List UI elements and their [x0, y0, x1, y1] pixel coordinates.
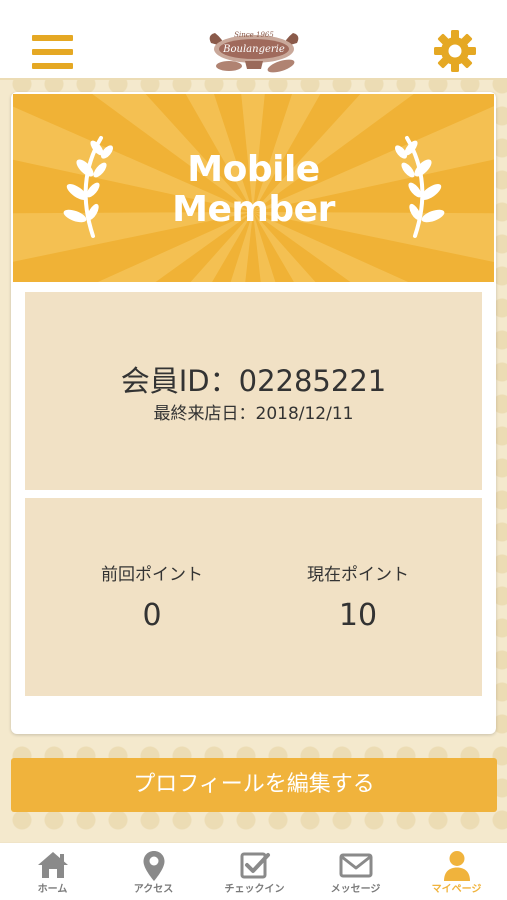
mobile-member-banner: Mobile Member	[13, 94, 494, 282]
checkin-icon	[240, 852, 270, 879]
envelope-icon	[339, 853, 372, 878]
home-icon	[37, 852, 68, 878]
hamburger-menu-icon[interactable]	[32, 35, 73, 69]
app-header: Since 1965 Boulangerie	[0, 0, 507, 80]
tab-message[interactable]: メッセージ	[305, 843, 406, 900]
tab-message-label: メッセージ	[330, 884, 381, 895]
banner-title-line1: Mobile	[187, 149, 320, 190]
gear-icon[interactable]	[434, 30, 476, 72]
svg-text:Since 1965: Since 1965	[234, 31, 274, 39]
tab-home[interactable]: ホーム	[2, 843, 103, 900]
tab-access-label: アクセス	[133, 884, 174, 895]
member-id-panel: 会員ID：02285221 最終来店日：2018/12/11	[25, 292, 482, 490]
previous-points-value: 0	[142, 598, 162, 633]
tab-checkin[interactable]: チェックイン	[204, 843, 305, 900]
svg-text:Boulangerie: Boulangerie	[222, 44, 285, 55]
tab-checkin-label: チェックイン	[224, 884, 285, 895]
current-points-value: 10	[338, 598, 378, 633]
previous-points-label: 前回ポイント	[101, 565, 203, 585]
member-id: 会員ID：02285221	[120, 364, 387, 398]
points-panel: 前回ポイント 0 現在ポイント 10	[25, 498, 482, 696]
map-pin-icon	[143, 851, 164, 881]
previous-points: 前回ポイント 0	[52, 564, 252, 634]
tab-mypage[interactable]: マイページ	[406, 843, 507, 900]
member-card: Mobile Member 会員ID：02285221 最終来店日：2018/1…	[11, 92, 496, 734]
last-visit-date: 最終来店日：2018/12/11	[153, 404, 354, 424]
tab-home-label: ホーム	[37, 884, 68, 895]
edit-profile-button[interactable]: プロフィールを編集する	[11, 758, 497, 812]
shop-logo: Since 1965 Boulangerie	[209, 31, 299, 73]
current-points: 現在ポイント 10	[258, 564, 458, 634]
tab-access[interactable]: アクセス	[103, 843, 204, 900]
user-icon	[443, 851, 470, 881]
tab-mypage-label: マイページ	[431, 884, 482, 895]
banner-title: Mobile Member	[13, 150, 494, 230]
current-points-label: 現在ポイント	[307, 565, 409, 585]
banner-title-line2: Member	[172, 189, 335, 230]
bottom-tab-bar: ホーム アクセス チェックイン メッセージ マイページ	[0, 842, 507, 900]
